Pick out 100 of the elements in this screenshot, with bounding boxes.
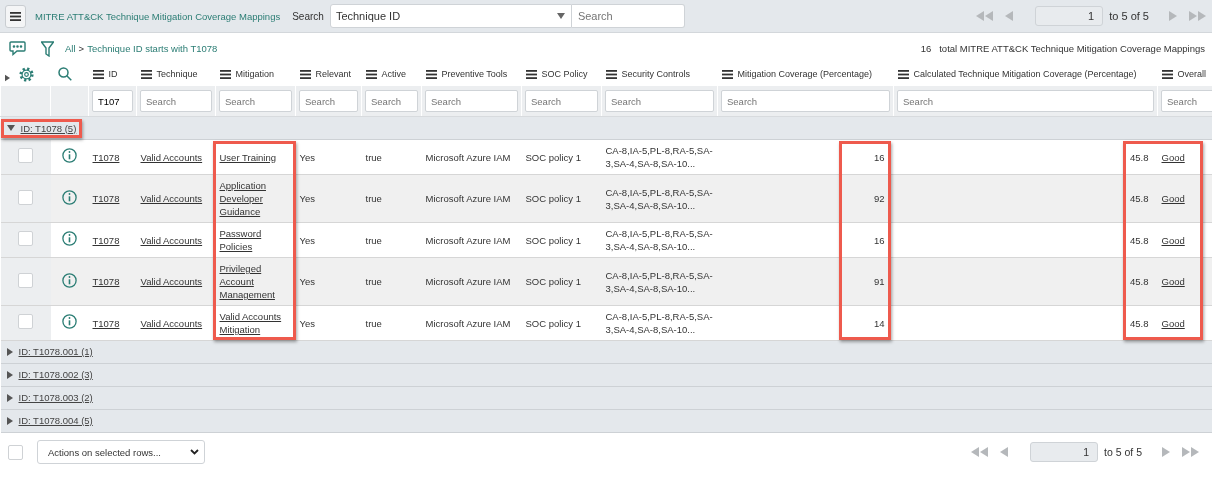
group-link[interactable]: ID: T1078.002 (3) [18,369,93,381]
record-link[interactable]: T1078 [92,150,133,164]
info-icon[interactable] [62,189,77,205]
row-checkbox[interactable] [18,148,33,163]
table-cell: 45.8 [893,305,1158,341]
column-header[interactable]: Preventive Tools [441,69,508,80]
list-title[interactable]: MITRE ATT&CK Technique Mitigation Coverage Mappings [35,10,281,22]
table-cell: Yes [295,257,362,306]
select-all-checkbox[interactable] [8,444,23,460]
settings-icon[interactable] [18,66,34,82]
record-link[interactable]: Password Policies [219,227,292,253]
info-icon[interactable] [62,148,77,163]
info-icon[interactable] [62,272,77,288]
table-cell: CA-8,IA-5,PL-8,RA-5,SA-3,SA-4,SA-8,SA-10... [601,257,718,306]
column-header[interactable]: SOC Policy [541,69,588,80]
search-label: Search [292,10,324,22]
filter-field[interactable]: Search [365,90,418,112]
info-icon[interactable] [62,314,77,329]
group-link[interactable]: ID: T1078.001 (1) [18,346,93,358]
table-cell: Yes [295,174,362,223]
column-menu-icon [897,69,909,79]
column-header[interactable]: ID [108,69,118,80]
menu-button[interactable] [5,4,26,28]
column-menu-icon [425,69,437,79]
column-header[interactable]: Technique [156,69,198,80]
group-link[interactable]: ID: T1078 (5) [20,122,77,134]
table-cell: 45.8 [893,257,1158,306]
column-header[interactable]: Relevant [315,69,352,80]
table-cell: Microsoft Azure IAM [421,257,522,306]
actions-dropdown[interactable]: Actions on selected rows... [37,440,205,464]
filter-field[interactable]: Search [525,90,598,112]
table-cell: 92 [717,174,894,223]
record-link[interactable]: Valid Accounts [140,316,212,330]
column-header[interactable]: Mitigation Coverage (Percentage) [737,69,873,80]
filter-field[interactable]: Search [425,90,518,112]
table-cell: SOC policy 1 [521,257,602,306]
column-menu-icon [1161,69,1173,79]
expand-caret-icon[interactable] [6,393,13,402]
filter-field[interactable]: Search [721,90,890,112]
page-number-field[interactable]: 1 [1035,6,1104,26]
column-header[interactable]: Calculated Technique Mitigation Coverage (Percentage) [913,69,1137,80]
expand-caret-icon[interactable] [6,347,13,356]
filter-field[interactable]: Search [1161,90,1212,112]
group-link[interactable]: ID: T1078.003 (2) [18,392,93,404]
table-cell: CA-8,IA-5,PL-8,RA-5,SA-3,SA-4,SA-8,SA-10... [601,139,718,175]
record-link[interactable]: Valid Accounts [140,233,212,247]
row-checkbox[interactable] [18,272,33,288]
page-range-text: to 5 of 5 [1109,10,1149,22]
record-link[interactable]: Good [1161,150,1212,164]
info-icon[interactable] [62,231,77,246]
expand-caret-icon[interactable] [4,73,10,82]
column-menu-icon [525,69,537,79]
table-cell: SOC policy 1 [521,305,602,341]
column-header[interactable]: Security Controls [621,69,691,80]
record-link[interactable]: User Training [219,150,292,164]
record-link[interactable]: T1078 [92,316,133,330]
search-icon[interactable] [57,67,72,81]
expand-caret-icon[interactable] [6,416,13,425]
record-count-label: total MITRE ATT&CK Technique Mitigation Coverage Mappings [939,43,1205,54]
record-link[interactable]: Valid Accounts Mitigation [219,310,292,336]
record-link[interactable]: Good [1161,233,1212,247]
filter-field[interactable]: Search [140,90,212,112]
comment-icon[interactable] [9,41,26,56]
filter-field[interactable]: Search [299,90,358,112]
group-link[interactable]: ID: T1078.004 (5) [18,415,93,427]
search-column-dropdown[interactable]: Technique ID [329,4,572,28]
table-cell: Microsoft Azure IAM [421,305,522,341]
table-cell: 14 [717,305,894,341]
filter-field[interactable]: T107 [92,90,133,112]
table-cell: true [361,222,422,258]
column-menu-icon [219,69,231,79]
record-link[interactable]: Good [1161,316,1212,330]
filter-field[interactable]: Search [219,90,292,112]
table-cell: Microsoft Azure IAM [421,174,522,223]
column-menu-icon [92,69,104,79]
table-cell: 45.8 [893,139,1158,175]
search-field[interactable]: Search [571,4,685,28]
column-header[interactable]: Overall [1177,69,1206,80]
page-number-field[interactable]: 1 [1030,442,1099,462]
table-cell: 45.8 [893,174,1158,223]
row-checkbox[interactable] [18,314,33,329]
breadcrumb-link[interactable]: All [65,43,76,54]
row-checkbox[interactable] [18,189,33,205]
filter-icon[interactable] [40,40,55,57]
filter-field[interactable]: Search [897,90,1154,112]
column-header[interactable]: Active [381,69,406,80]
collapse-caret-icon[interactable] [6,125,15,132]
row-checkbox[interactable] [18,231,33,246]
table-cell: SOC policy 1 [521,139,602,175]
expand-caret-icon[interactable] [6,370,13,379]
table-cell: Microsoft Azure IAM [421,222,522,258]
record-link[interactable]: Valid Accounts [140,150,212,164]
caret-icon[interactable] [556,13,565,19]
table-cell: SOC policy 1 [521,174,602,223]
table-cell: true [361,257,422,306]
record-link[interactable]: T1078 [92,233,133,247]
filter-field[interactable]: Search [605,90,714,112]
breadcrumb-link[interactable]: Technique ID starts with T1078 [87,43,218,54]
table-cell: true [361,305,422,341]
column-header[interactable]: Mitigation [235,69,275,80]
